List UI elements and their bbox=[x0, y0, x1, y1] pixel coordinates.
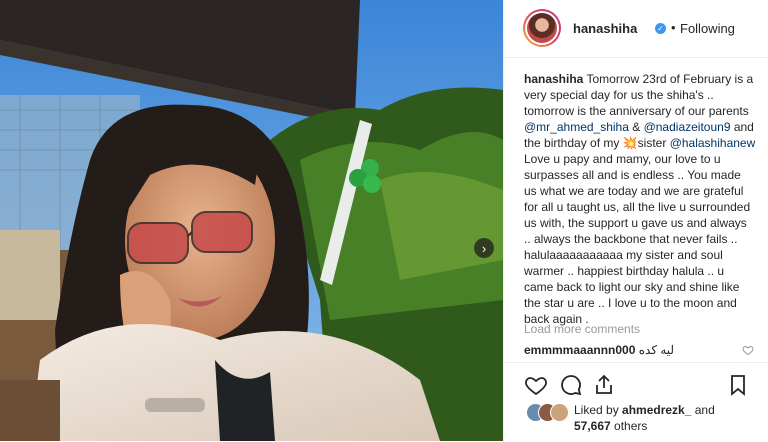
liked-by-and: and bbox=[691, 403, 715, 417]
liked-by-avatars[interactable] bbox=[526, 403, 570, 422]
verified-icon: ✓ bbox=[655, 23, 666, 34]
like-heart-icon[interactable] bbox=[524, 373, 548, 397]
likes-count[interactable]: 57,667 others bbox=[574, 419, 647, 433]
liked-by-avatar bbox=[550, 403, 569, 422]
liked-by-prefix: Liked by bbox=[574, 403, 623, 417]
caption-username[interactable]: hanashiha bbox=[524, 72, 583, 86]
load-more-comments-button[interactable]: Load more comments bbox=[524, 322, 640, 336]
bookmark-icon[interactable] bbox=[726, 373, 750, 397]
comment-like-heart-icon[interactable] bbox=[742, 344, 754, 356]
following-button[interactable]: Following bbox=[680, 21, 735, 36]
post-sidebar: hanashiha ✓ • Following hanashiha Tomorr… bbox=[503, 0, 768, 441]
liked-by-username[interactable]: ahmedrezk_ bbox=[622, 403, 691, 417]
avatar-image bbox=[527, 13, 557, 43]
mention-link-2[interactable]: @nadiazeitoun9 bbox=[644, 120, 731, 134]
chevron-right-icon: › bbox=[481, 240, 487, 256]
comment-username[interactable]: emmmmaaannn000 bbox=[524, 343, 635, 357]
header-username[interactable]: hanashiha bbox=[573, 21, 637, 36]
header-dot: • bbox=[671, 20, 676, 35]
comment-item: emmmmaaannn000 ليه كده bbox=[524, 343, 764, 357]
photo-image bbox=[0, 0, 503, 441]
caption-text-2: & bbox=[628, 120, 644, 134]
comment-bubble-icon[interactable] bbox=[559, 373, 583, 397]
sparkle-emoji-icon: 💥 bbox=[622, 136, 638, 150]
post-actions: Liked by ahmedrezk_ and 57,667 others bbox=[504, 362, 768, 442]
caption-text-5: Love u papy and mamy, our love to u surp… bbox=[524, 152, 751, 326]
post-photo[interactable]: › bbox=[0, 0, 503, 441]
likes-suffix: others bbox=[610, 419, 648, 433]
avatar[interactable] bbox=[523, 9, 561, 47]
next-photo-button[interactable]: › bbox=[474, 238, 494, 258]
avatar-ring bbox=[525, 11, 559, 45]
post-header: hanashiha ✓ • Following bbox=[504, 0, 768, 58]
caption-text-4: sister bbox=[637, 136, 670, 150]
liked-by-text: Liked by ahmedrezk_ and bbox=[574, 403, 715, 417]
post-caption: hanashiha Tomorrow 23rd of February is a… bbox=[524, 71, 756, 327]
likes-number: 57,667 bbox=[574, 419, 611, 433]
mention-link-1[interactable]: @mr_ahmed_shiha bbox=[524, 120, 629, 134]
comment-text: ليه كده bbox=[638, 343, 675, 357]
share-icon[interactable] bbox=[592, 373, 616, 397]
mention-link-3[interactable]: @halashihanew bbox=[670, 136, 756, 150]
